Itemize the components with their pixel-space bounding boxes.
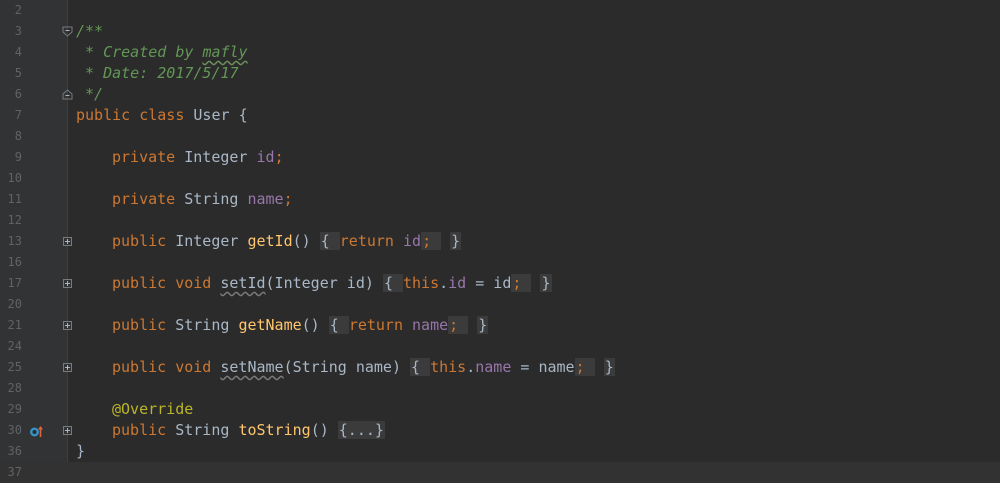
- expand-fold-icon[interactable]: [63, 321, 72, 330]
- line-number: 28: [7, 381, 22, 395]
- folded-body[interactable]: {: [382, 274, 403, 292]
- code-line[interactable]: 30 public String toString() {...}: [0, 420, 1000, 441]
- folded-body[interactable]: ;: [511, 274, 532, 292]
- folded-body[interactable]: }: [603, 358, 615, 376]
- method-setid: public void setId(Integer id) { this.id …: [112, 274, 552, 292]
- code-line[interactable]: 5 * Date: 2017/5/17: [0, 63, 1000, 84]
- line-number: 3: [14, 24, 22, 38]
- line-number: 2: [14, 3, 22, 17]
- class-declaration: public class User {: [76, 106, 248, 124]
- code-line[interactable]: 9 private Integer id;: [0, 147, 1000, 168]
- line-number: 5: [14, 66, 22, 80]
- line-number: 9: [14, 150, 22, 164]
- line-number: 30: [7, 423, 22, 437]
- line-number: 6: [14, 87, 22, 101]
- folded-body[interactable]: {: [328, 316, 349, 334]
- method-getid: public Integer getId() { return id; }: [112, 232, 462, 250]
- line-number: 8: [14, 129, 22, 143]
- code-line[interactable]: 20: [0, 294, 1000, 315]
- folded-body[interactable]: ;: [421, 232, 442, 250]
- line-number: 36: [7, 444, 22, 458]
- author-name: mafly: [202, 43, 248, 61]
- line-number: 21: [7, 318, 22, 332]
- code-line[interactable]: 6 */: [0, 84, 1000, 105]
- code-line[interactable]: 3 /**: [0, 21, 1000, 42]
- line-number: 37: [7, 465, 22, 479]
- code-line[interactable]: 36 }: [0, 441, 1000, 462]
- code-line[interactable]: 28: [0, 378, 1000, 399]
- override-annotation: @Override: [112, 400, 194, 418]
- code-line[interactable]: 13 public Integer getId() { return id; }: [0, 231, 1000, 252]
- expand-fold-icon[interactable]: [63, 363, 72, 372]
- line-number: 17: [7, 276, 22, 290]
- line-number: 7: [14, 108, 22, 122]
- code-line[interactable]: 29 @Override: [0, 399, 1000, 420]
- line-number: 10: [7, 171, 22, 185]
- code-line[interactable]: 21 public String getName() { return name…: [0, 315, 1000, 336]
- line-number: 4: [14, 45, 22, 59]
- line-number: 12: [7, 213, 22, 227]
- expand-fold-icon[interactable]: [63, 279, 72, 288]
- class-close-brace: }: [76, 442, 86, 460]
- code-line[interactable]: 10: [0, 168, 1000, 189]
- code-line[interactable]: 17 public void setId(Integer id) { this.…: [0, 273, 1000, 294]
- code-editor[interactable]: 2 3 /** 4 * Created by mafly 5 * Date: 2…: [0, 0, 1000, 483]
- fold-end-icon[interactable]: [61, 88, 74, 101]
- line-number: 11: [7, 192, 22, 206]
- folded-body[interactable]: {...}: [337, 421, 385, 439]
- folded-body[interactable]: {: [319, 232, 340, 250]
- code-line[interactable]: 4 * Created by mafly: [0, 42, 1000, 63]
- code-line[interactable]: 12: [0, 210, 1000, 231]
- comment-close: */: [76, 85, 104, 103]
- folded-body[interactable]: }: [477, 316, 489, 334]
- code-line[interactable]: 24: [0, 336, 1000, 357]
- line-number: 25: [7, 360, 22, 374]
- folded-body[interactable]: }: [450, 232, 462, 250]
- class-name: User: [193, 106, 230, 124]
- expand-fold-icon[interactable]: [63, 237, 72, 246]
- code-line[interactable]: 8: [0, 126, 1000, 147]
- line-number: 13: [7, 234, 22, 248]
- code-line[interactable]: 16: [0, 252, 1000, 273]
- comment-date-line: * Date: 2017/5/17: [76, 64, 239, 82]
- fold-start-icon[interactable]: [61, 25, 74, 38]
- code-line[interactable]: 7 public class User {: [0, 105, 1000, 126]
- method-setname: public void setName(String name) { this.…: [112, 358, 615, 376]
- line-number: 24: [7, 339, 22, 353]
- code-line[interactable]: 2: [0, 0, 1000, 21]
- folded-body[interactable]: ;: [574, 358, 595, 376]
- code-line[interactable]: 11 private String name;: [0, 189, 1000, 210]
- line-number: 20: [7, 297, 22, 311]
- field-id-declaration: private Integer id;: [112, 148, 284, 166]
- comment-author-line: * Created by mafly: [76, 43, 248, 61]
- override-method-icon[interactable]: [29, 423, 44, 438]
- folded-body[interactable]: {: [410, 358, 431, 376]
- folded-body[interactable]: ;: [448, 316, 469, 334]
- method-getname: public String getName() { return name; }: [112, 316, 489, 334]
- expand-fold-icon[interactable]: [63, 426, 72, 435]
- folded-body[interactable]: }: [540, 274, 552, 292]
- line-number: 16: [7, 255, 22, 269]
- method-tostring: public String toString() {...}: [112, 421, 385, 439]
- code-line[interactable]: 25 public void setName(String name) { th…: [0, 357, 1000, 378]
- field-name-declaration: private String name;: [112, 190, 293, 208]
- comment-open: /**: [76, 22, 104, 40]
- line-number: 29: [7, 402, 22, 416]
- code-line-current[interactable]: 37: [0, 462, 1000, 483]
